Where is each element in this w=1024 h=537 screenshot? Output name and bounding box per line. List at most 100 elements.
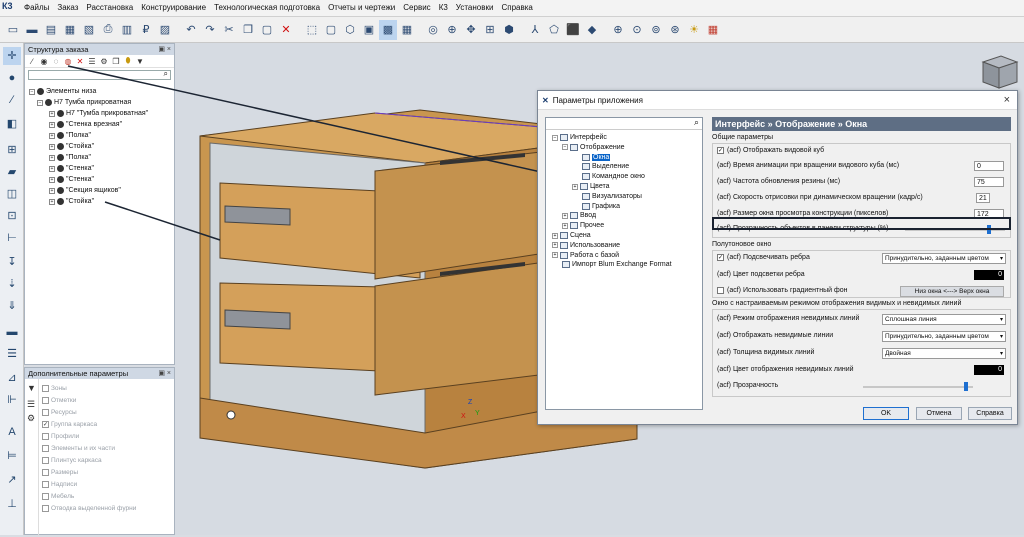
expand-icon[interactable]: + [562,222,568,229]
list-icon[interactable]: ☰ [87,57,97,66]
settings-tree-item[interactable]: + Использование [552,241,620,249]
settings-tree-item[interactable]: − Интерфейс [552,134,607,141]
edit-icon[interactable]: ∕ [27,57,37,66]
settings-tree-item[interactable]: Импорт Blum Exchange Format [552,261,672,269]
param-checkbox[interactable]: ✓ [42,421,49,428]
tree-item[interactable]: + Н7 "Тумба прикроватная" [49,110,148,117]
view-cube[interactable] [975,52,1020,92]
stairs-icon[interactable]: ⊩ [3,391,21,409]
expand-icon[interactable]: + [49,154,55,161]
ruler-icon[interactable]: ⊨ [3,447,21,465]
tree-item[interactable]: + "Полка" [49,154,91,161]
search-icon[interactable]: ⌕ [164,69,168,79]
tree-item[interactable]: − Н7 Тумба прикроватная [37,99,131,106]
expand-icon[interactable]: + [49,176,55,183]
menu-item[interactable]: Сервис [403,3,430,12]
select-icon[interactable]: ⬚ [303,20,321,40]
visible-thickness-select[interactable]: Двойная ▾ [882,348,1006,359]
tree-item[interactable]: + "Стойка" [49,198,94,205]
axes-icon[interactable]: ⅄ [526,20,544,40]
param-item[interactable]: ✓ Группа каркаса [42,421,97,428]
settings-tree-item[interactable]: + Ввод [562,212,596,220]
expand-icon[interactable]: + [49,143,55,150]
settings-tree-item[interactable]: Выделение [572,163,629,171]
menu-item[interactable]: Технологическая подготовка [214,3,320,12]
expand-icon[interactable]: − [552,134,558,141]
settings-tree-item[interactable]: − Отображение [562,143,625,151]
help-button[interactable]: Справка [968,407,1012,420]
print-icon[interactable]: ⎙ [99,20,117,40]
dialog-close-icon[interactable]: × [1004,94,1010,106]
palette-icon[interactable]: ▦ [704,20,722,40]
solid-icon[interactable]: ◆ [583,20,601,40]
price-icon[interactable]: ₽ [137,20,155,40]
tree-item[interactable]: + "Стенка врезная" [49,121,122,128]
weight-icon[interactable]: ⊥ [3,495,21,513]
filter-icon[interactable]: ▼ [135,57,145,66]
menu-item[interactable]: К3 [439,3,448,12]
tree-item[interactable]: + "Стенка" [49,176,94,183]
param-item[interactable]: Мебель [42,493,74,500]
param-item[interactable]: Плинтус каркаса [42,457,102,464]
edge-color-swatch[interactable]: 0 [974,270,1004,280]
expand-icon[interactable]: + [572,183,578,190]
param-item[interactable]: Элементы и их части [42,445,115,452]
copy-icon[interactable]: ❐ [239,20,257,40]
show-cube-checkbox[interactable]: ✓ [717,147,724,154]
expand-icon[interactable]: + [49,132,55,139]
zoom-window-icon[interactable]: ⊙ [628,20,646,40]
highlight-edges-select[interactable]: Принудительно, заданным цветом ▾ [882,253,1006,264]
tree-item[interactable]: + "Полка" [49,132,91,139]
param-item[interactable]: Отводка выделенной фурни [42,505,136,512]
param-item[interactable]: Размеры [42,469,78,476]
expand-icon[interactable]: + [49,165,55,172]
cursor-icon[interactable]: ✛ [3,47,21,65]
param-item[interactable]: Профили [42,433,79,440]
eye-icon[interactable]: ◉ [39,57,49,66]
zoom-all-icon[interactable]: ⊚ [647,20,665,40]
screw-icon[interactable]: ⇣ [3,275,21,293]
tree-item[interactable]: + "Стенка" [49,165,94,172]
settings-tree-item[interactable]: + Прочее [562,222,604,230]
menu-item[interactable]: Заказ [57,3,78,12]
list-params-icon[interactable]: ☰ [27,399,35,410]
delete-icon[interactable]: ✕ [277,20,295,40]
expand-icon[interactable]: − [562,144,568,151]
draw-speed-field[interactable]: 21 [976,193,990,203]
menu-item[interactable]: Справка [501,3,532,12]
edge-icon[interactable]: ▬ [3,323,21,341]
paste-icon[interactable]: ▢ [258,20,276,40]
ok-button[interactable]: OK [863,407,909,420]
zoom-in-icon[interactable]: ⊕ [609,20,627,40]
view-render-icon[interactable]: ▦ [398,20,416,40]
expand-icon[interactable]: + [552,232,558,239]
view-front-icon[interactable]: ▢ [322,20,340,40]
split-icon[interactable]: ◫ [3,185,21,203]
view-shaded-icon[interactable]: ▩ [379,19,397,40]
invisible-mode-select[interactable]: Сплошная линия ▾ [882,314,1006,325]
measure-icon[interactable]: ⊢ [3,229,21,247]
view-iso-icon[interactable]: ⬡ [341,20,359,40]
expand-icon[interactable]: + [49,121,55,128]
param-item[interactable]: Отметки [42,397,76,404]
transparency-slider[interactable] [863,382,973,391]
layers-icon[interactable]: ☰ [3,345,21,363]
param-checkbox[interactable] [42,457,49,464]
anim-time-field[interactable]: 0 [974,161,1004,171]
gradient-direction-button[interactable]: Низ окна <---> Верх окна [900,286,1004,297]
color-icon[interactable]: ◍ [63,57,73,66]
invisible-color-swatch[interactable]: 0 [974,365,1004,375]
wireframe-icon[interactable]: ⬠ [545,20,563,40]
settings-icon[interactable]: ▨ [156,20,174,40]
settings-tree-item[interactable]: Визуализаторы [572,192,642,200]
menu-item[interactable]: Конструирование [141,3,206,12]
expand-icon[interactable]: + [49,187,55,194]
param-item[interactable]: Ресурсы [42,409,77,416]
save-as-icon[interactable]: ▧ [80,20,98,40]
zoom-fit-icon[interactable]: ⊛ [666,20,684,40]
param-item[interactable]: Надписи [42,481,77,488]
lamp-icon[interactable]: ☀ [685,20,703,40]
open-file-icon[interactable]: ▤ [42,20,60,40]
calculator-icon[interactable]: ▥ [118,20,136,40]
settings-search-input[interactable]: ⌕ [546,117,702,130]
